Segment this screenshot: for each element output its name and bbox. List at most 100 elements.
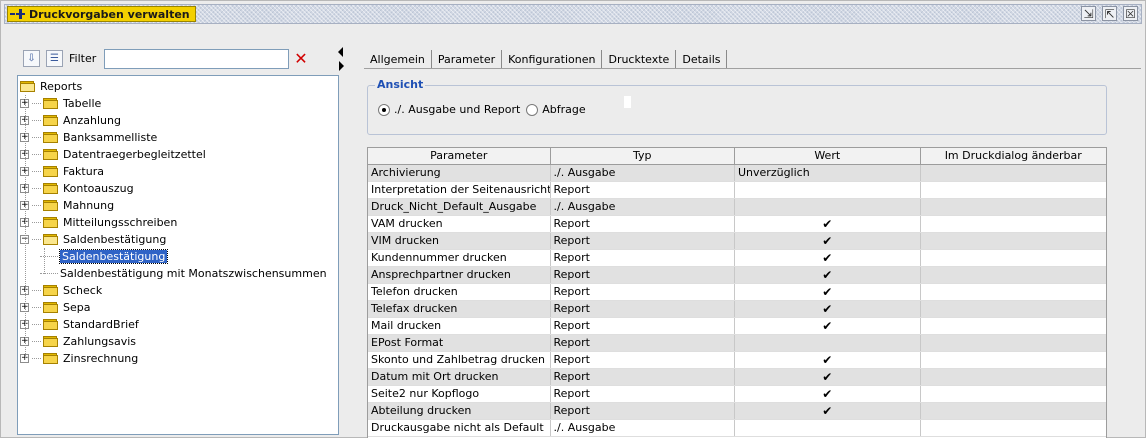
parameter-cell[interactable]: Kundennummer drucken [368,250,551,266]
table-row[interactable]: Ansprechpartner drucken Report ✔ [368,267,1106,284]
druckdialog-cell[interactable] [921,386,1107,402]
tree-item[interactable]: + Zahlungsavis [20,333,136,350]
parameter-cell[interactable]: Mail drucken [368,318,551,334]
typ-cell[interactable]: Report [551,403,736,419]
druckdialog-cell[interactable] [921,233,1107,249]
table-row[interactable]: Druck_Nicht_Default_Ausgabe ./. Ausgabe [368,199,1106,216]
wert-cell[interactable]: Unverzüglich [735,165,921,181]
tree-item[interactable]: + Sepa [20,299,90,316]
typ-cell[interactable]: Report [551,318,736,334]
table-row[interactable]: Telefon drucken Report ✔ [368,284,1106,301]
parameter-cell[interactable]: VAM drucken [368,216,551,232]
table-row[interactable]: Archivierung ./. Ausgabe Unverzüglich [368,165,1106,182]
typ-cell[interactable]: ./. Ausgabe [551,420,735,436]
druckdialog-cell[interactable] [921,165,1107,181]
wert-cell[interactable] [735,182,921,198]
radio-abfrage[interactable] [526,103,539,116]
druckdialog-cell[interactable] [921,301,1107,317]
parameter-cell[interactable]: Interpretation der Seitenausricht... [368,182,551,198]
druckdialog-cell[interactable] [921,352,1107,368]
typ-cell[interactable]: Report [551,233,736,249]
wert-cell[interactable] [735,335,921,351]
parameter-cell[interactable]: Seite2 nur Kopflogo [368,386,551,402]
parameter-cell[interactable]: Abteilung drucken [368,403,551,419]
tab-allgemein[interactable]: Allgemein [364,50,432,69]
checkmark-icon[interactable]: ✔ [735,284,921,300]
parameter-cell[interactable]: Ansprechpartner drucken [368,267,551,283]
table-row[interactable]: VIM drucken Report ✔ [368,233,1106,250]
typ-cell[interactable]: ./. Ausgabe [551,165,735,181]
druckdialog-cell[interactable] [921,369,1107,385]
tree-item[interactable]: + Kontoauszug [20,180,134,197]
radio-ausgabe-und-report[interactable] [378,103,390,116]
checkmark-icon[interactable]: ✔ [735,250,921,266]
tree-item[interactable]: + Mitteilungsschreiben [20,214,177,231]
tree-item[interactable]: + Banksammelliste [20,129,157,146]
table-row[interactable]: VAM drucken Report ✔ [368,216,1106,233]
table-row[interactable]: Interpretation der Seitenausricht... Repo… [368,182,1106,199]
typ-cell[interactable]: Report [551,301,736,317]
typ-cell[interactable]: Report [551,352,736,368]
tree-item[interactable]: + Datentraegerbegleitzettel [20,146,206,163]
druckdialog-cell[interactable] [921,182,1107,198]
tab-parameter[interactable]: Parameter [431,50,503,69]
druckdialog-cell[interactable] [921,267,1107,283]
typ-cell[interactable]: Report [551,182,735,198]
table-row[interactable]: Mail drucken Report ✔ [368,318,1106,335]
tree-item[interactable]: + Tabelle [20,95,101,112]
typ-cell[interactable]: Report [551,216,736,232]
tree-item[interactable]: + StandardBrief [20,316,139,333]
table-row[interactable]: Seite2 nur Kopflogo Report ✔ [368,386,1106,403]
list-view-icon[interactable]: ☰ [46,50,63,67]
tree-child-item[interactable]: Saldenbestätigung mit Monatszwischensumm… [40,265,327,282]
druckdialog-cell[interactable] [921,420,1107,436]
column-header-parameter[interactable]: Parameter [368,148,551,164]
druckdialog-cell[interactable] [921,318,1107,334]
typ-cell[interactable]: Report [551,335,735,351]
typ-cell[interactable]: Report [551,386,736,402]
column-header-wert[interactable]: Wert [735,148,921,164]
parameter-cell[interactable]: Telefon drucken [368,284,551,300]
tab-drucktexte[interactable]: Drucktexte [602,50,677,69]
parameter-cell[interactable]: VIM drucken [368,233,551,249]
parameter-cell[interactable]: Druckausgabe nicht als Default [368,420,551,436]
tree-item[interactable]: + Faktura [20,163,104,180]
parameter-cell[interactable]: Datum mit Ort drucken [368,369,551,385]
parameter-cell[interactable]: EPost Format [368,335,551,351]
checkmark-icon[interactable]: ✔ [735,369,921,385]
typ-cell[interactable]: Report [551,284,736,300]
typ-cell[interactable]: ./. Ausgabe [551,199,735,215]
druckdialog-cell[interactable] [921,250,1107,266]
druckdialog-cell[interactable] [921,199,1107,215]
checkmark-icon[interactable]: ✔ [735,352,921,368]
maximize-icon[interactable]: ⇱ [1102,6,1117,21]
parameter-cell[interactable]: Telefax drucken [368,301,551,317]
checkmark-icon[interactable]: ✔ [735,403,921,419]
checkmark-icon[interactable]: ✔ [735,301,921,317]
tree-item[interactable]: + Mahnung [20,197,114,214]
tab-konfigurationen[interactable]: Konfigurationen [502,50,603,69]
tree-item[interactable]: + Zinsrechnung [20,350,138,367]
parameter-cell[interactable]: Druck_Nicht_Default_Ausgabe [368,199,551,215]
checkmark-icon[interactable]: ✔ [735,267,921,283]
column-header-typ[interactable]: Typ [551,148,735,164]
druckdialog-cell[interactable] [921,284,1107,300]
checkmark-icon[interactable]: ✔ [735,318,921,334]
wert-cell[interactable] [735,420,921,436]
checkmark-icon[interactable]: ✔ [735,386,921,402]
tree-item[interactable]: − Saldenbestätigung [20,231,166,248]
typ-cell[interactable]: Report [551,250,736,266]
close-icon[interactable]: ☒ [1123,6,1138,21]
table-row[interactable]: Skonto und Zahlbetrag drucken Report ✔ [368,352,1106,369]
wert-cell[interactable] [735,199,921,215]
druckdialog-cell[interactable] [921,216,1107,232]
parameter-cell[interactable]: Skonto und Zahlbetrag drucken [368,352,551,368]
tree-root[interactable]: Reports [20,78,82,95]
typ-cell[interactable]: Report [551,369,736,385]
parameter-cell[interactable]: Archivierung [368,165,551,181]
table-row[interactable]: EPost Format Report [368,335,1106,352]
tree-child-item[interactable]: Saldenbestätigung [40,248,169,265]
clear-filter-icon[interactable]: ✕ [294,50,307,67]
checkmark-icon[interactable]: ✔ [735,216,921,232]
typ-cell[interactable]: Report [551,267,736,283]
